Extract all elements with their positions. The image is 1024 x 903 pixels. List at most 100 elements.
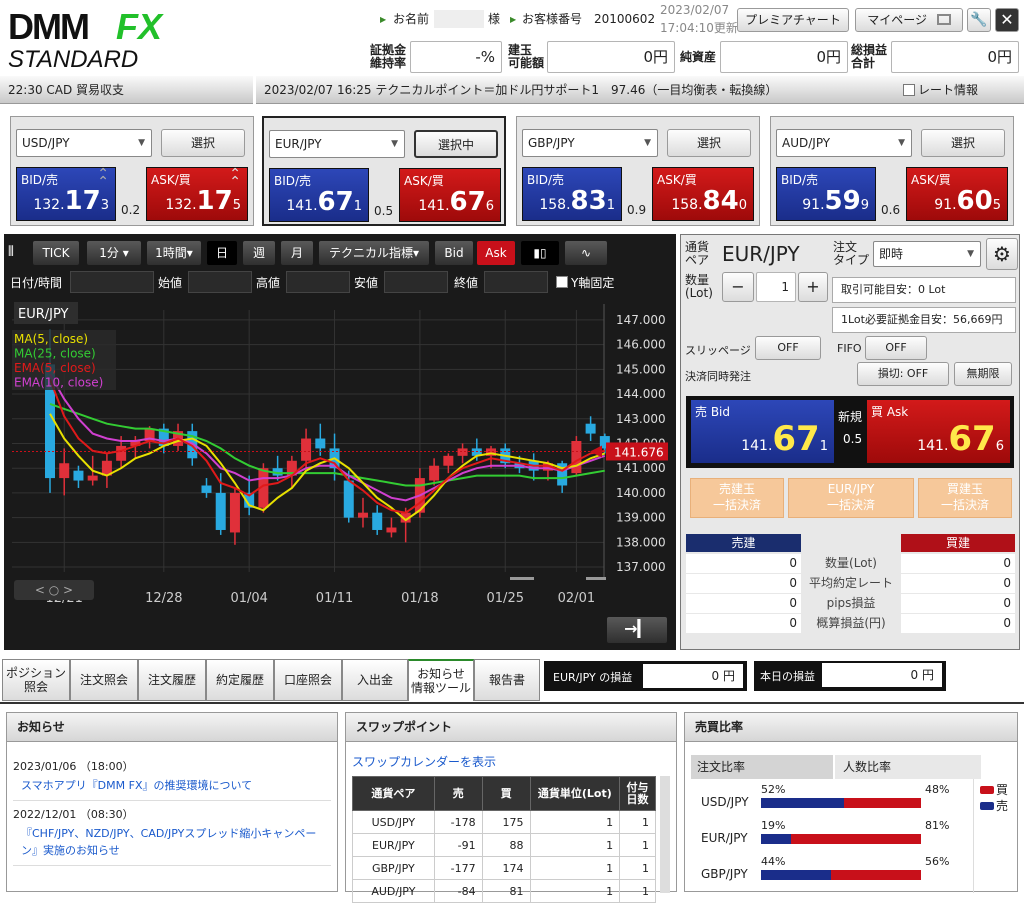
position-row-label: 平均約定レート [808,576,893,590]
order-type-select[interactable]: 即時 ▼ [873,241,981,267]
news-item[interactable]: 2022/12/01 （08:30） 『CHF/JPY、NZD/JPY、CAD/J… [13,807,331,866]
pair-select[interactable]: GBP/JPY ▼ [522,129,658,157]
line-chart-icon[interactable]: ∿ [564,240,608,266]
pair-ask-button[interactable]: ASK/買 91.605 [906,167,1008,221]
technical-select[interactable]: テクニカル指標▾ [318,240,430,266]
tools-icon[interactable]: 🔧 [967,8,991,32]
tick-button[interactable]: TICK [32,240,80,266]
tab-7[interactable]: 報告書 [474,659,540,701]
ticker-left[interactable]: 22:30 CAD 貿易収支 [0,76,253,104]
swap-cell: -84 [433,879,483,903]
ratio-buy-bar [844,798,921,808]
pair-box-1[interactable]: EUR/JPY ▼ 選択中 BID/売 141.671 0.5 ASK/買 141.676 [262,116,506,226]
day-button[interactable]: 日 [206,240,238,266]
order-buy-button[interactable]: 買 Ask 141.676 [866,399,1011,464]
candle-body [315,438,326,449]
ratio-sell-bar [761,870,831,880]
candle-icon[interactable]: ▮▯ [520,240,560,266]
close-icon[interactable]: ✕ [995,8,1019,32]
tab-3[interactable]: 約定履歴 [206,659,274,701]
qty-input[interactable]: 1 [756,272,796,302]
rate-info-checkbox[interactable] [903,84,915,96]
slippage-toggle[interactable]: OFF [755,336,821,360]
bulk-buy-button[interactable]: 買建玉 一括決済 [918,478,1012,518]
expiry-toggle[interactable]: 無期限 [954,362,1012,386]
pair-ask-button[interactable]: ASK/買 158.840 [652,167,754,221]
month-button[interactable]: 月 [280,240,314,266]
name-suffix: 様 [488,12,501,26]
bulk-sell-button[interactable]: 売建玉 一括決済 [690,478,784,518]
premier-chart-button[interactable]: プレミアチャート [737,8,849,32]
pair-bid-small: 91. [802,197,825,213]
tab-label: 口座照会 [283,673,332,687]
pair-ask-button[interactable]: ASK/買 ⌃ ⌃ 132.175 [146,167,248,221]
x-tick-label: 02/01 [558,591,595,606]
order-sell-button[interactable]: 売 Bid 141.671 [690,399,835,464]
total-pl-value: 0円 [891,41,1019,73]
swap-calendar-link[interactable]: スワップカレンダーを表示 [352,753,496,770]
tab-5[interactable]: 入出金 [342,659,408,701]
pair-bid-button[interactable]: BID/売 141.671 [269,168,369,222]
ratio-legend: 買 売 [973,779,1015,893]
pair-select[interactable]: AUD/JPY ▼ [776,129,912,157]
pair-box-2[interactable]: GBP/JPY ▼ 選択 BID/売 158.831 0.9 ASK/買 158.840 [516,116,760,226]
bulk-pair-button[interactable]: EUR/JPY 一括決済 [788,478,914,518]
order-pair-label: 通貨 ペア [685,240,710,267]
pair-ask-big: 17 [196,186,233,216]
candle-body [229,492,240,533]
pair-bid-button[interactable]: BID/売 158.831 [522,167,622,221]
swap-cell: AUD/JPY [352,879,435,903]
tab-4[interactable]: 口座照会 [274,659,342,701]
mypage-button[interactable]: マイページ [855,8,963,32]
pair-ask-small: 158. [671,197,703,213]
ratio-tab-people[interactable]: 人数比率 [835,755,981,779]
ratio-sell-pct: 19% [761,819,786,832]
stop-loss-toggle[interactable]: 損切: OFF [857,362,949,386]
news-date: 2023/01/06 （18:00） [13,760,134,773]
week-button[interactable]: 週 [242,240,276,266]
pair-select-button[interactable]: 選択中 [414,130,498,158]
bid-button[interactable]: Bid [434,240,474,266]
pair-ask-button[interactable]: ASK/買 141.676 [399,168,501,222]
pair-box-0[interactable]: USD/JPY ▼ 選択 BID/売 ⌃ ⌃ 132.173 0.2 ASK/買 ⌃ ⌃ 132.17… [10,116,254,226]
minute-select[interactable]: 1分 ▾ [86,240,142,266]
tab-0[interactable]: ポジション 照会 [2,659,70,701]
tab-6[interactable]: お知らせ 情報ツール [408,659,474,701]
news-link[interactable]: スマホアプリ『DMM FX』の推奨環境について [13,777,331,794]
tab-1[interactable]: 注文照会 [70,659,138,701]
pair-bid-button[interactable]: BID/売 ⌃ ⌃ 132.173 [16,167,116,221]
ohlc-low-field [384,271,448,293]
pair-select-button[interactable]: 選択 [161,129,245,157]
qty-minus-button[interactable]: − [722,272,754,302]
pair-ask-small: 91. [934,197,957,213]
position-sell-value: 0 [686,554,801,573]
fifo-toggle[interactable]: OFF [865,336,927,360]
name-mask [434,10,484,28]
hour-select[interactable]: 1時間▾ [146,240,202,266]
candlestick-chart[interactable]: 147.000146.000145.000144.000143.000142.0… [4,296,676,608]
yfix-checkbox[interactable] [556,276,568,288]
pair-select-button[interactable]: 選択 [921,129,1005,157]
pair-select[interactable]: EUR/JPY ▼ [269,130,405,158]
settle-label: 決済同時発注 [685,370,751,383]
candle-body [571,441,582,474]
ratio-tab-order[interactable]: 注文比率 [691,755,833,779]
today-pl-value: 0 円 [822,663,942,687]
pair-bid-last: 1 [606,198,615,213]
news-link[interactable]: 『CHF/JPY、NZD/JPY、CAD/JPYスプレッド縮小キャンペーン』実施… [13,825,331,859]
candle-body [116,445,127,461]
settings-gear-icon[interactable]: ⚙ [986,238,1018,270]
pair-bid-button[interactable]: BID/売 91.599 [776,167,876,221]
swap-cell: 1 [529,879,621,903]
news-item[interactable]: 2023/01/06 （18:00） スマホアプリ『DMM FX』の推奨環境につい… [13,759,331,801]
logo[interactable]: DMM FX STANDARD [8,6,188,73]
tab-2[interactable]: 注文履歴 [138,659,206,701]
pair-select-button[interactable]: 選択 [667,129,751,157]
chart-forward-button[interactable]: →▎ [606,616,668,644]
chart-scroll-left[interactable]: < ○ > [14,580,94,600]
swap-scrollbar[interactable] [660,776,670,893]
qty-plus-button[interactable]: + [798,272,828,302]
pair-box-3[interactable]: AUD/JPY ▼ 選択 BID/売 91.599 0.6 ASK/買 91.605 [770,116,1014,226]
pair-select[interactable]: USD/JPY ▼ [16,129,152,157]
ask-button[interactable]: Ask [476,240,516,266]
